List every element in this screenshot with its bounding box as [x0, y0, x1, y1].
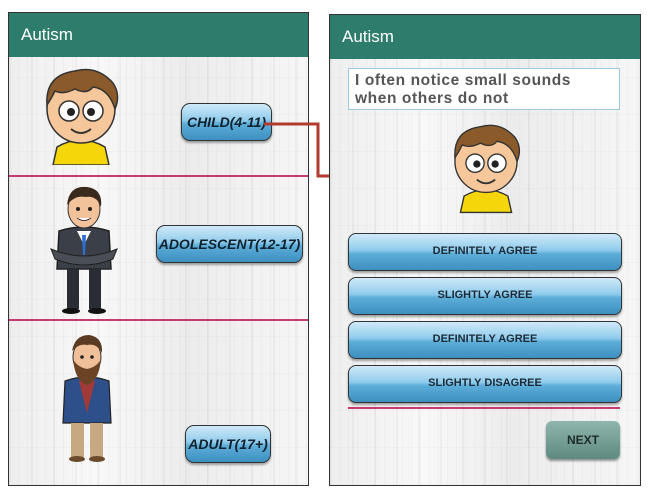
adult-section: ADULT(17+): [9, 321, 308, 485]
child-age-button[interactable]: CHILD(4-11): [181, 103, 272, 141]
adolescent-age-button[interactable]: ADOLESCENT(12-17): [156, 225, 303, 263]
question-text: I often notice small sounds when others …: [348, 68, 620, 110]
answer-button-slightly-agree[interactable]: SLIGHTLY AGREE: [348, 277, 622, 315]
app-bar: Autism: [330, 15, 640, 59]
answer-button-definitely-agree[interactable]: DEFINITELY AGREE: [348, 233, 622, 271]
adolescent-avatar-icon: [50, 186, 118, 314]
section-divider: [348, 407, 620, 409]
child-avatar-icon: [454, 124, 521, 214]
adolescent-section: ADOLESCENT(12-17): [9, 177, 308, 319]
app-title: Autism: [21, 25, 73, 44]
answer-button-slightly-disagree[interactable]: SLIGHTLY DISAGREE: [348, 365, 622, 403]
adult-age-button[interactable]: ADULT(17+): [185, 425, 271, 463]
adult-avatar-icon: [62, 335, 112, 462]
answer-button-definitely-agree-2[interactable]: DEFINITELY AGREE: [348, 321, 622, 359]
child-avatar-icon: [46, 68, 119, 165]
question-screen: Autism I often notice small sounds when …: [329, 14, 641, 486]
app-title: Autism: [342, 27, 394, 46]
age-selection-screen: Autism CHILD(4-11) ADOLESCENT(12-17) ADU…: [8, 12, 309, 486]
app-bar: Autism: [9, 13, 308, 57]
next-button[interactable]: NEXT: [546, 421, 620, 459]
